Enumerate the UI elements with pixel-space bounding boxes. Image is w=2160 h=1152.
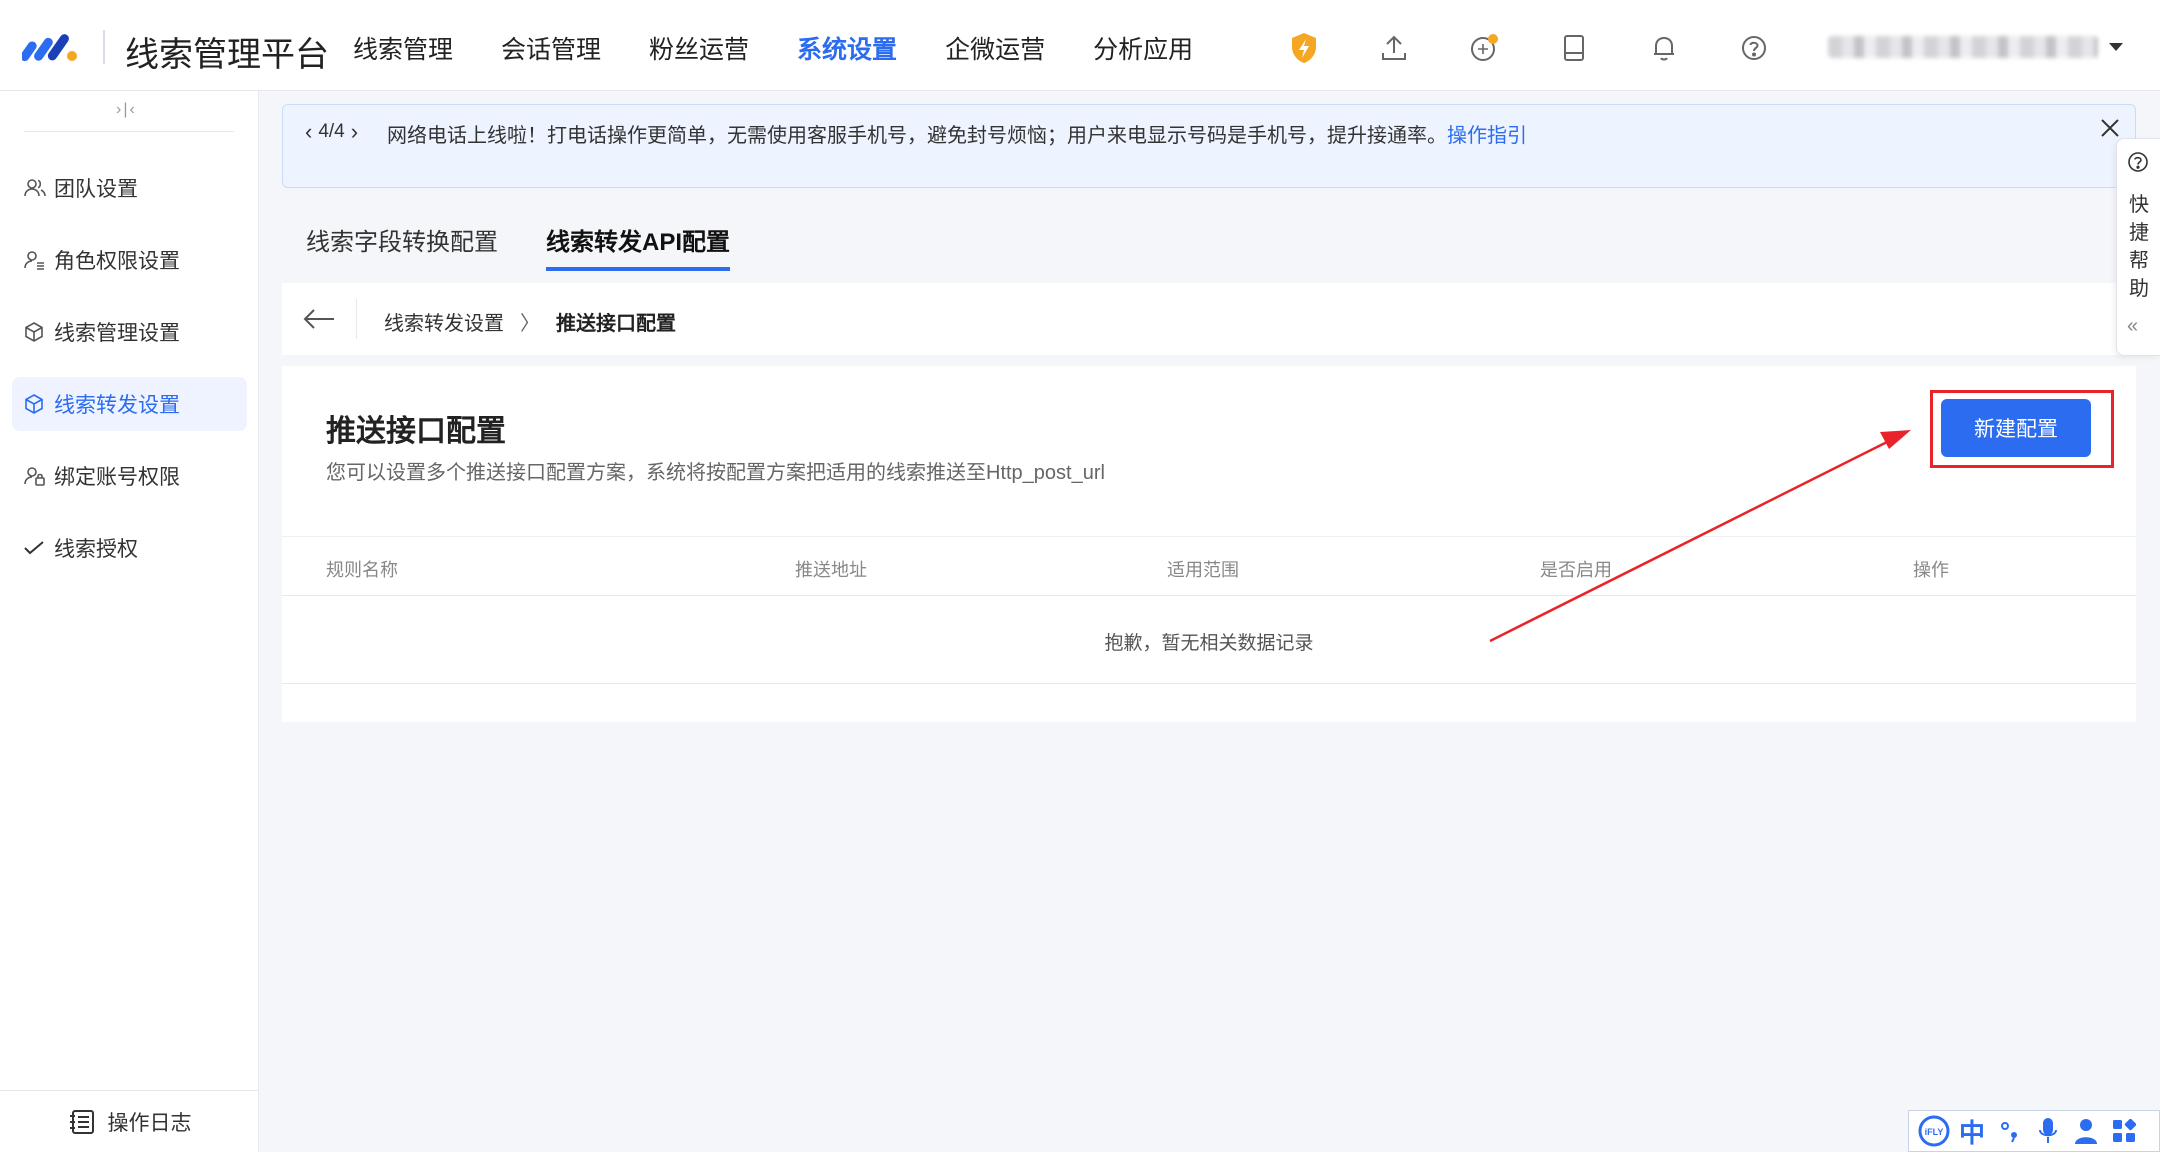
operation-log-button[interactable]: 操作日志 bbox=[0, 1090, 259, 1152]
nav-item-fans[interactable]: 粉丝运营 bbox=[649, 30, 749, 66]
team-icon bbox=[24, 177, 52, 199]
caret-down-icon bbox=[2109, 43, 2123, 51]
nav-item-sessions[interactable]: 会话管理 bbox=[501, 30, 601, 66]
user-menu[interactable] bbox=[1828, 32, 2128, 62]
account-lock-icon bbox=[24, 465, 52, 487]
breadcrumb-bar: 线索转发设置 〉 推送接口配置 bbox=[282, 283, 2136, 355]
grid-apps-icon[interactable] bbox=[2105, 1112, 2143, 1150]
sidebar-menu: 团队设置 角色权限设置 线索管理设置 线索转发设置 绑定账号权限 线索授权 bbox=[12, 161, 247, 593]
chevron-left-icon[interactable]: ‹ bbox=[305, 119, 312, 145]
nav-item-leads[interactable]: 线索管理 bbox=[353, 30, 453, 66]
ime-language-toggle[interactable]: 中 bbox=[1953, 1112, 1991, 1150]
sidebar-item-label: 绑定账号权限 bbox=[54, 466, 180, 489]
breadcrumb-separator: 〉 bbox=[520, 313, 540, 335]
sidebar-item-label: 团队设置 bbox=[54, 178, 138, 201]
tablet-icon[interactable] bbox=[1556, 28, 1592, 68]
sidebar-item-label: 线索授权 bbox=[54, 538, 138, 561]
punctuation-icon[interactable] bbox=[1991, 1112, 2029, 1150]
page-description: 您可以设置多个推送接口配置方案，系统将按配置方案把适用的线索推送至Http_po… bbox=[326, 462, 1105, 484]
table-empty-row: 抱歉，暂无相关数据记录 bbox=[282, 596, 2136, 684]
table-header: 规则名称 推送地址 适用范围 是否启用 操作 bbox=[282, 536, 2136, 596]
sidebar-item-lead-authorization[interactable]: 线索授权 bbox=[12, 521, 247, 575]
ime-toolbar: iFLY 中 bbox=[1908, 1110, 2160, 1152]
notice-banner: ‹ 4/4 › 网络电话上线啦！打电话操作更简单，无需使用客服手机号，避免封号烦… bbox=[282, 104, 2136, 188]
check-icon bbox=[24, 537, 52, 559]
app-logo[interactable] bbox=[22, 28, 80, 64]
sidebar-item-team[interactable]: 团队设置 bbox=[12, 161, 247, 215]
column-header-push-url: 推送地址 bbox=[795, 560, 867, 580]
nav-item-wecom[interactable]: 企微运营 bbox=[945, 30, 1045, 66]
column-header-enabled: 是否启用 bbox=[1540, 560, 1612, 580]
column-header-rule-name: 规则名称 bbox=[326, 560, 398, 580]
sidebar-collapse-toggle[interactable]: ›|‹ bbox=[116, 101, 137, 119]
notice-page-indicator: 4/4 bbox=[318, 121, 345, 142]
double-chevron-left-icon[interactable]: « bbox=[2127, 315, 2138, 338]
column-header-actions: 操作 bbox=[1913, 560, 1949, 580]
operation-log-label: 操作日志 bbox=[107, 1111, 192, 1135]
sidebar-item-label: 角色权限设置 bbox=[54, 250, 180, 273]
sidebar-divider bbox=[24, 131, 234, 132]
nav-item-system-settings[interactable]: 系统设置 bbox=[797, 30, 897, 66]
upload-icon[interactable] bbox=[1376, 28, 1412, 68]
close-icon[interactable] bbox=[2097, 115, 2123, 141]
sidebar-item-bind-account[interactable]: 绑定账号权限 bbox=[12, 449, 247, 503]
ifly-logo-icon[interactable]: iFLY bbox=[1915, 1112, 1953, 1150]
notice-text: 网络电话上线啦！打电话操作更简单，无需使用客服手机号，避免封号烦恼；用户来电显示… bbox=[387, 125, 1447, 147]
bell-icon[interactable] bbox=[1646, 28, 1682, 68]
help-icon bbox=[2128, 152, 2148, 172]
sidebar: ›|‹ 团队设置 角色权限设置 线索管理设置 线索转发设置 绑定账号权限 线索授… bbox=[0, 91, 259, 1152]
notice-message: 网络电话上线啦！打电话操作更简单，无需使用客服手机号，避免封号烦恼；用户来电显示… bbox=[387, 119, 1527, 148]
breadcrumb-current: 推送接口配置 bbox=[556, 313, 676, 335]
tab-forwarding-api[interactable]: 线索转发API配置 bbox=[546, 222, 731, 271]
notice-pager: ‹ 4/4 › bbox=[305, 119, 358, 145]
badge-icon[interactable] bbox=[1466, 28, 1502, 68]
app-title: 线索管理平台 bbox=[125, 36, 329, 74]
sidebar-item-role[interactable]: 角色权限设置 bbox=[12, 233, 247, 287]
nav-item-analytics[interactable]: 分析应用 bbox=[1093, 30, 1193, 66]
new-config-button[interactable]: 新建配置 bbox=[1941, 399, 2091, 457]
shield-bolt-icon[interactable] bbox=[1286, 28, 1322, 68]
page-title: 推送接口配置 bbox=[326, 415, 506, 448]
tab-field-conversion[interactable]: 线索字段转换配置 bbox=[306, 222, 498, 271]
config-tabs: 线索字段转换配置 线索转发API配置 bbox=[306, 222, 778, 271]
breadcrumb-divider bbox=[356, 299, 357, 339]
sidebar-item-label: 线索转发设置 bbox=[54, 394, 180, 417]
back-arrow-icon[interactable] bbox=[302, 305, 336, 333]
svg-text:iFLY: iFLY bbox=[1925, 1127, 1944, 1137]
microphone-icon[interactable] bbox=[2029, 1112, 2067, 1150]
quick-help-label: 快捷帮助 bbox=[2129, 194, 2149, 300]
help-icon[interactable] bbox=[1736, 28, 1772, 68]
breadcrumb: 线索转发设置 〉 推送接口配置 bbox=[384, 307, 676, 336]
top-bar: 线索管理平台 线索管理 会话管理 粉丝运营 系统设置 企微运营 分析应用 bbox=[0, 0, 2160, 91]
user-name-redacted bbox=[1828, 36, 2098, 58]
log-book-icon bbox=[68, 1109, 96, 1135]
empty-state-text: 抱歉，暂无相关数据记录 bbox=[1104, 633, 1314, 654]
logo-divider bbox=[103, 30, 105, 64]
user-icon[interactable] bbox=[2067, 1112, 2105, 1150]
sidebar-item-label: 线索管理设置 bbox=[54, 322, 180, 345]
column-header-scope: 适用范围 bbox=[1167, 560, 1239, 580]
sidebar-item-lead-forwarding[interactable]: 线索转发设置 bbox=[12, 377, 247, 431]
breadcrumb-parent[interactable]: 线索转发设置 bbox=[384, 307, 504, 336]
sidebar-item-lead-management[interactable]: 线索管理设置 bbox=[12, 305, 247, 359]
top-nav: 线索管理 会话管理 粉丝运营 系统设置 企微运营 分析应用 bbox=[353, 30, 1241, 66]
notice-guide-link[interactable]: 操作指引 bbox=[1447, 125, 1527, 147]
cube-icon bbox=[24, 321, 52, 343]
chevron-right-icon[interactable]: › bbox=[351, 119, 358, 145]
role-icon bbox=[24, 249, 52, 271]
cube-icon bbox=[24, 393, 52, 415]
quick-help-tab[interactable]: 快捷帮助 « bbox=[2116, 138, 2160, 356]
